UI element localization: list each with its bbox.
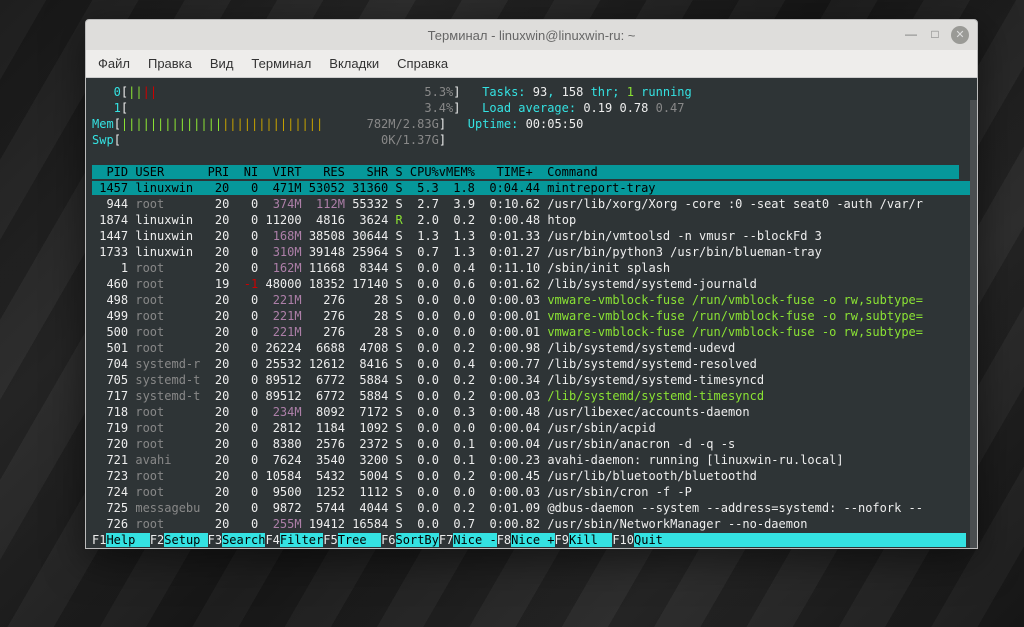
process-row[interactable]: 705 systemd-t 20 0 89512 6772 5884 S 0.0… bbox=[92, 372, 971, 388]
process-row[interactable]: 717 systemd-t 20 0 89512 6772 5884 S 0.0… bbox=[92, 388, 971, 404]
menu-help[interactable]: Справка bbox=[397, 56, 448, 71]
process-row[interactable]: 704 systemd-r 20 0 25532 12612 8416 S 0.… bbox=[92, 356, 971, 372]
process-row[interactable]: 1733 linuxwin 20 0 310M 39148 25964 S 0.… bbox=[92, 244, 971, 260]
process-row[interactable]: 1 root 20 0 162M 11668 8344 S 0.0 0.4 0:… bbox=[92, 260, 971, 276]
minimize-button[interactable]: — bbox=[903, 26, 919, 42]
process-row[interactable]: 723 root 20 0 10584 5432 5004 S 0.0 0.2 … bbox=[92, 468, 971, 484]
process-row[interactable]: 1457 linuxwin 20 0 471M 53052 31360 S 5.… bbox=[92, 180, 971, 196]
process-row[interactable]: 501 root 20 0 26224 6688 4708 S 0.0 0.2 … bbox=[92, 340, 971, 356]
process-row[interactable]: 724 root 20 0 9500 1252 1112 S 0.0 0.0 0… bbox=[92, 484, 971, 500]
process-row[interactable]: 718 root 20 0 234M 8092 7172 S 0.0 0.3 0… bbox=[92, 404, 971, 420]
process-row[interactable]: 1447 linuxwin 20 0 168M 38508 30644 S 1.… bbox=[92, 228, 971, 244]
terminal-output[interactable]: 0[|||| 5.3%] Tasks: 93, 158 thr; 1 runni… bbox=[86, 78, 977, 548]
process-row[interactable]: 500 root 20 0 221M 276 28 S 0.0 0.0 0:00… bbox=[92, 324, 971, 340]
process-row[interactable]: 498 root 20 0 221M 276 28 S 0.0 0.0 0:00… bbox=[92, 292, 971, 308]
menu-file[interactable]: Файл bbox=[98, 56, 130, 71]
menu-edit[interactable]: Правка bbox=[148, 56, 192, 71]
process-row[interactable]: 1874 linuxwin 20 0 11200 4816 3624 R 2.0… bbox=[92, 212, 971, 228]
process-row[interactable]: 725 messagebu 20 0 9872 5744 4044 S 0.0 … bbox=[92, 500, 971, 516]
process-row[interactable]: 721 avahi 20 0 7624 3540 3200 S 0.0 0.1 … bbox=[92, 452, 971, 468]
menu-terminal[interactable]: Терминал bbox=[251, 56, 311, 71]
maximize-button[interactable]: □ bbox=[927, 26, 943, 42]
process-row[interactable]: 726 root 20 0 255M 19412 16584 S 0.0 0.7… bbox=[92, 516, 971, 532]
close-button[interactable]: ✕ bbox=[951, 26, 969, 44]
process-row[interactable]: 460 root 19 -1 48000 18352 17140 S 0.0 0… bbox=[92, 276, 971, 292]
menu-view[interactable]: Вид bbox=[210, 56, 234, 71]
process-row[interactable]: 944 root 20 0 374M 112M 55332 S 2.7 3.9 … bbox=[92, 196, 971, 212]
process-row[interactable]: 499 root 20 0 221M 276 28 S 0.0 0.0 0:00… bbox=[92, 308, 971, 324]
scrollbar[interactable] bbox=[970, 100, 977, 548]
process-row[interactable]: 720 root 20 0 8380 2576 2372 S 0.0 0.1 0… bbox=[92, 436, 971, 452]
window-title: Терминал - linuxwin@linuxwin-ru: ~ bbox=[428, 28, 636, 43]
menu-tabs[interactable]: Вкладки bbox=[329, 56, 379, 71]
process-row[interactable]: 719 root 20 0 2812 1184 1092 S 0.0 0.0 0… bbox=[92, 420, 971, 436]
terminal-window: Терминал - linuxwin@linuxwin-ru: ~ — □ ✕… bbox=[85, 19, 978, 549]
fkey-bar[interactable]: F1Help F2Setup F3SearchF4FilterF5Tree F6… bbox=[92, 532, 971, 548]
menubar: Файл Правка Вид Терминал Вкладки Справка bbox=[86, 50, 977, 78]
titlebar[interactable]: Терминал - linuxwin@linuxwin-ru: ~ — □ ✕ bbox=[86, 20, 977, 50]
